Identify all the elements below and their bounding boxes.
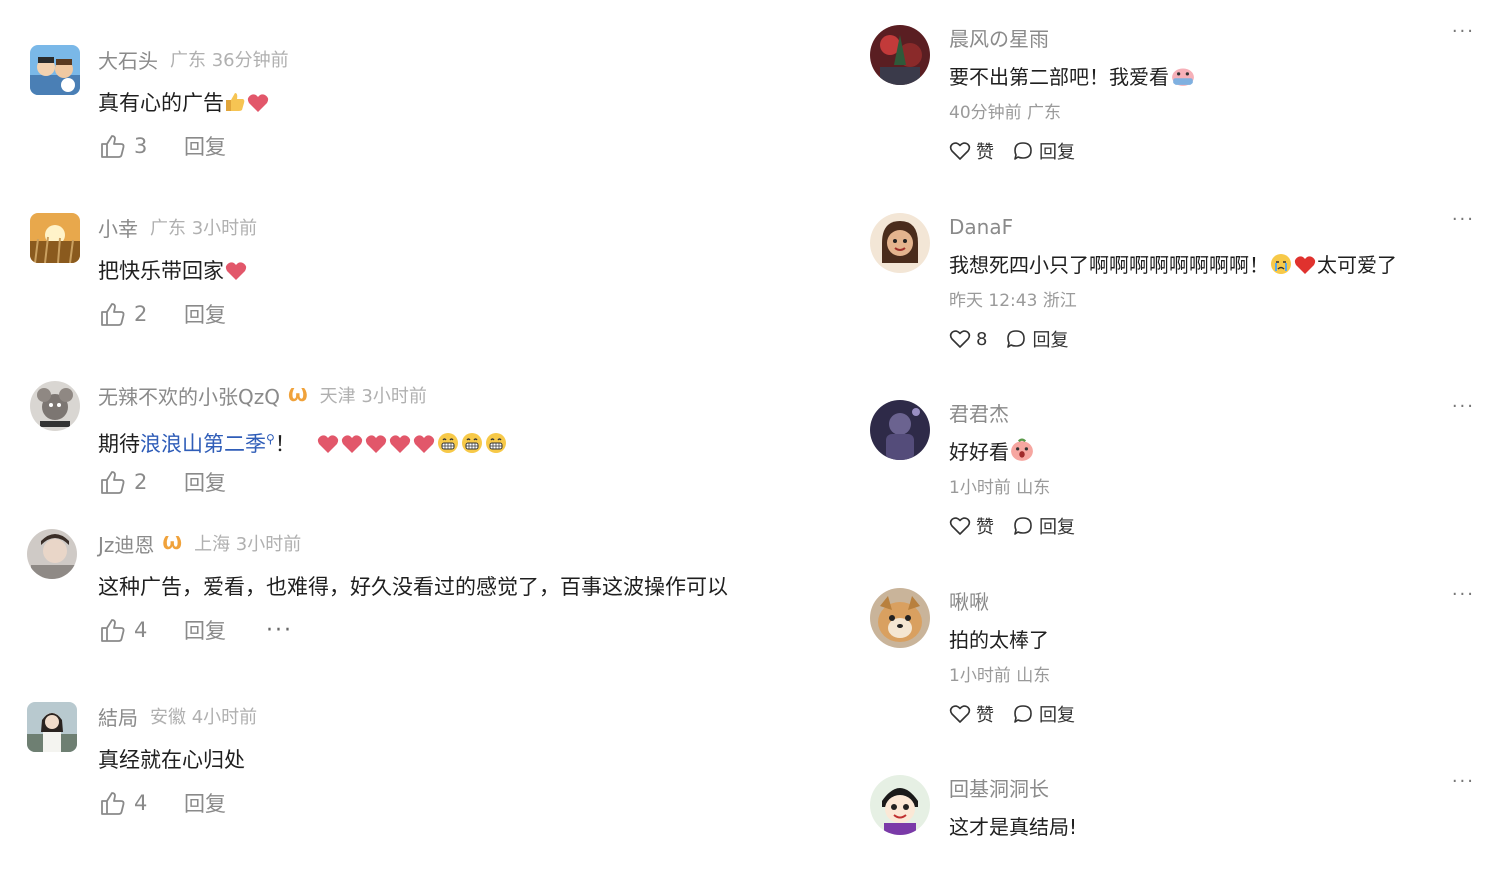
avatar[interactable] [30,213,80,263]
avatar[interactable] [870,400,930,460]
avatar[interactable] [27,529,77,579]
reply-button[interactable]: 回复 [1005,326,1068,352]
heart-outline-icon [949,142,971,160]
comment-bubble-icon [1014,517,1032,535]
username[interactable]: 无辣不欢的小张QzQ [98,381,280,410]
more-options-button[interactable]: ··· [1452,21,1475,42]
avatar[interactable] [870,775,930,835]
thumbs-up-icon [101,135,125,158]
timestamp-location: 1小时前 山东 [949,478,1051,498]
reply-button[interactable]: 回复 [184,467,226,497]
thumbs-up-icon [101,619,125,642]
vip-badge-icon: Ѡ [287,384,308,406]
surprised-face-icon [1011,438,1033,461]
location-time: 广东 36分钟前 [170,50,289,71]
reply-button[interactable]: 回复 [184,788,226,818]
comment-text: 拍的太棒了 [949,628,1049,652]
avatar[interactable] [30,381,80,431]
more-options-button[interactable]: ··· [1452,396,1475,417]
reply-button[interactable]: 回复 [184,131,226,161]
avatar[interactable] [30,45,80,95]
like-button[interactable]: 赞 [949,701,994,727]
reply-button[interactable]: 回复 [1012,138,1075,164]
username[interactable]: DanaF [949,213,1470,241]
reply-button[interactable]: 回复 [184,299,226,329]
comment-bubble-icon [1014,705,1032,723]
heart-icon [414,435,435,453]
heart-icon [342,435,363,453]
reply-button[interactable]: 回复 [1012,701,1075,727]
left-comment-list: 大石头 广东 36分钟前 真有心的广告 3 回复 小幸 广东 3小时前 把快乐带回家… [0,0,860,872]
avatar[interactable] [27,702,77,752]
comment-text: 这才是真结局! [949,815,1078,839]
comment-bubble-icon [1014,142,1032,160]
comment-text: 期待浪浪山第二季⚲！ [98,424,827,456]
timestamp-location: 昨天 12:43 浙江 [949,291,1077,311]
username[interactable]: Jz迪恩 [98,529,154,558]
username[interactable]: 回基洞洞长 [949,775,1470,803]
heart-outline-icon [949,705,971,723]
crying-face-icon [1271,254,1291,274]
grin-icon [438,433,459,453]
comment-text: 真有心的广告 [98,88,827,118]
heart-icon [366,435,387,453]
topic-link[interactable]: 浪浪山第二季 [140,432,266,456]
username[interactable]: 啾啾 [949,588,1470,616]
like-button[interactable]: 4 [98,616,154,644]
like-button[interactable]: 2 [98,468,154,496]
username[interactable]: 晨风の星雨 [949,25,1470,53]
reply-button[interactable]: 回复 [184,615,226,645]
vip-badge-icon: Ѡ [162,532,183,554]
avatar[interactable] [870,213,930,273]
like-button[interactable]: 4 [98,789,154,817]
thumbs-up-icon [101,792,125,815]
like-button[interactable]: 赞 [949,138,994,164]
location-time: 广东 3小时前 [150,218,258,239]
comment-text: 这种广告，爱看，也难得，好久没看过的感觉了，百事这波操作可以 [98,575,728,599]
grin-icon [486,433,507,453]
comment-text: 好好看 [949,437,1470,467]
like-button[interactable]: 8 [949,328,987,350]
heart-icon [247,94,269,112]
thumbs-up-icon [101,303,125,326]
location-time: 上海 3小时前 [194,534,302,555]
username[interactable]: 結局 [98,702,138,731]
heart-icon [318,435,339,453]
heart-outline-icon [949,517,971,535]
comment-text: 真经就在心归处 [98,748,245,772]
reply-button[interactable]: 回复 [1012,513,1075,539]
like-button[interactable]: 3 [98,132,154,160]
thumbs-up-icon [224,91,246,113]
more-options-button[interactable]: ··· [266,618,293,643]
like-button[interactable]: 2 [98,300,154,328]
thumbs-up-icon [101,471,125,494]
like-button[interactable]: 赞 [949,513,994,539]
crying-laugh-icon [1172,68,1194,86]
heart-icon [390,435,411,453]
heart-icon [1294,256,1316,274]
username[interactable]: 小幸 [98,213,138,242]
location-time: 天津 3小时前 [319,386,427,407]
timestamp-location: 40分钟前 广东 [949,103,1062,123]
heart-outline-icon [949,330,971,348]
search-icon: ⚲ [266,432,275,446]
username[interactable]: 君君杰 [949,400,1470,428]
avatar[interactable] [870,25,930,85]
timestamp-location: 1小时前 山东 [949,666,1051,686]
heart-icon [225,262,247,280]
more-options-button[interactable]: ··· [1452,584,1475,605]
right-comment-list: 晨风の星雨 要不出第二部吧！我爱看 40分钟前 广东 赞 回复 ··· Dana… [860,0,1490,872]
more-options-button[interactable]: ··· [1452,771,1475,792]
avatar[interactable] [870,588,930,648]
comment-text: 我想死四小只了啊啊啊啊啊啊啊啊！ 太可爱了 [949,253,1397,277]
grin-icon [462,433,483,453]
comment-bubble-icon [1007,330,1026,348]
comment-text: 要不出第二部吧！我爱看 [949,62,1470,92]
username[interactable]: 大石头 [98,45,158,74]
more-options-button[interactable]: ··· [1452,209,1475,230]
comment-text: 把快乐带回家 [98,256,827,286]
location-time: 安徽 4小时前 [150,707,258,728]
